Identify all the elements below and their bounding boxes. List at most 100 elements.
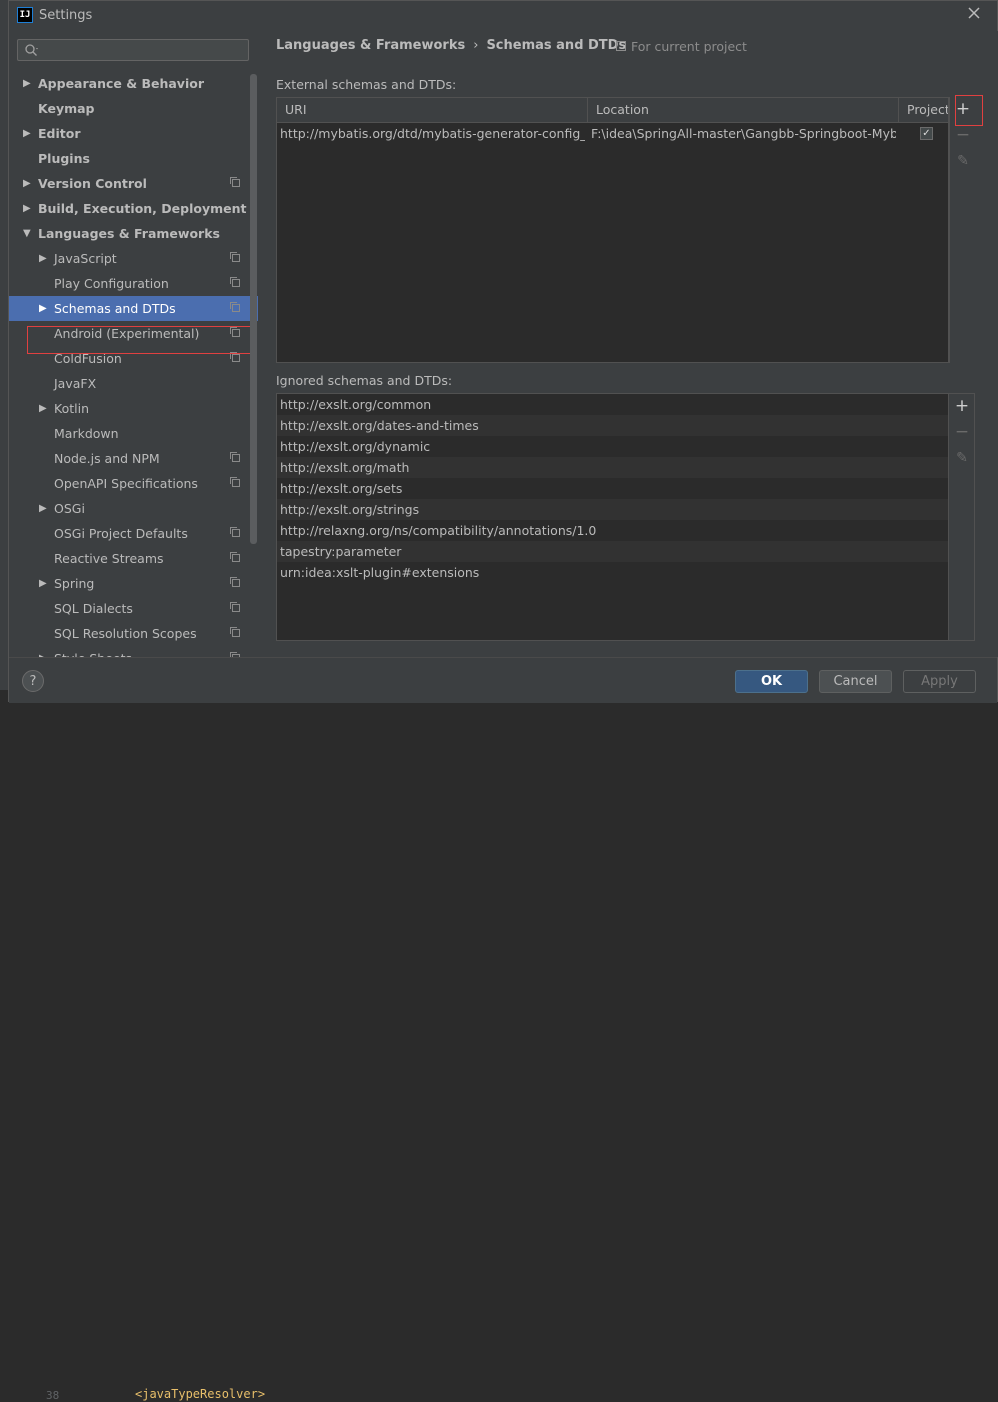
breadcrumb-parent[interactable]: Languages & Frameworks [276,38,465,53]
project-level-icon [230,577,240,587]
list-item[interactable]: http://exslt.org/dynamic [277,436,948,457]
chevron-right-icon[interactable]: ▶ [39,571,47,596]
chevron-right-icon[interactable]: ▶ [23,121,31,146]
minus-icon: − [955,125,971,145]
breadcrumb: Languages & Frameworks › Schemas and DTDs [276,38,626,53]
scope-indicator: For current project [616,39,747,54]
external-schemas-table: URI Location Project http://mybatis.org/… [276,97,949,363]
list-item[interactable]: http://exslt.org/common [277,394,948,415]
plus-icon: + [954,396,970,416]
title-bar: IJ Settings [9,1,997,31]
breadcrumb-current: Schemas and DTDs [486,38,627,53]
tree-item-label: ColdFusion [54,351,122,366]
tree-item[interactable]: ▶ OSGi [9,496,258,521]
close-button[interactable] [965,6,983,24]
tree-item[interactable]: ▶ Build, Execution, Deployment [9,196,258,221]
tree-item[interactable]: Node.js and NPM [9,446,258,471]
project-level-icon [230,277,240,287]
tree-item-label: Version Control [38,176,147,191]
tree-item[interactable]: Reactive Streams [9,546,258,571]
tree-item[interactable]: OpenAPI Specifications [9,471,258,496]
tree-item[interactable]: ▶ Style Sheets [9,646,258,657]
close-icon [968,7,980,19]
tree-item-label: Node.js and NPM [54,451,160,466]
apply-button[interactable]: Apply [903,670,976,693]
tree-item[interactable]: SQL Dialects [9,596,258,621]
plus-icon: + [955,99,971,119]
tree-item[interactable]: ▶ JavaScript [9,246,258,271]
list-item[interactable]: http://relaxng.org/ns/compatibility/anno… [277,520,948,541]
project-level-icon [230,302,240,312]
tree-item[interactable]: Play Configuration [9,271,258,296]
ok-button[interactable]: OK [735,670,808,693]
schemas-panel: Languages & Frameworks › Schemas and DTDs … [258,31,998,657]
pencil-icon: ✎ [956,450,968,466]
chevron-right-icon[interactable]: ▶ [39,496,47,521]
tree-item[interactable]: Markdown [9,421,258,446]
list-item[interactable]: http://exslt.org/strings [277,499,948,520]
list-item[interactable]: http://exslt.org/math [277,457,948,478]
tree-item-label: Keymap [38,101,95,116]
tree-item[interactable]: JavaFX [9,371,258,396]
tree-item-label: Editor [38,126,81,141]
ignored-remove-button[interactable]: − [949,420,975,444]
tree-item[interactable]: ▼ Languages & Frameworks [9,221,258,246]
external-toolbar: + − ✎ [949,97,975,363]
project-level-icon [230,327,240,337]
external-schemas-label: External schemas and DTDs: [276,77,457,92]
chevron-right-icon[interactable]: ▶ [39,396,47,421]
project-level-icon [230,477,240,487]
help-button[interactable]: ? [22,670,44,692]
row-location: F:\idea\SpringAll-master\Gangbb-Springbo… [591,126,896,141]
ignored-edit-button[interactable]: ✎ [949,446,975,470]
tree-item[interactable]: ▶ Kotlin [9,396,258,421]
chevron-right-icon[interactable]: ▶ [39,246,47,271]
list-item[interactable]: tapestry:parameter [277,541,948,562]
chevron-right-icon[interactable]: ▶ [23,71,31,96]
tree-item[interactable]: ▶ Spring [9,571,258,596]
project-scope-icon [616,41,626,51]
tree-scrollbar[interactable] [250,74,257,544]
column-project[interactable]: Project [899,98,948,122]
project-level-icon [230,352,240,362]
background-code: <javaTypeResolver> [135,1387,266,1401]
tree-item[interactable]: ▶ Editor [9,121,258,146]
cancel-button[interactable]: Cancel [819,670,892,693]
edit-button[interactable]: ✎ [950,149,976,173]
list-item[interactable]: urn:idea:xslt-plugin#extensions [277,562,948,583]
search-input[interactable] [17,39,249,61]
tree-item[interactable]: SQL Resolution Scopes [9,621,258,646]
remove-button[interactable]: − [950,123,976,147]
ignored-add-button[interactable]: + [949,394,975,418]
chevron-right-icon[interactable]: ▶ [23,171,31,196]
tree-item-label: Markdown [54,426,119,441]
project-checkbox[interactable]: ✓ [920,127,933,140]
intellij-icon: IJ [17,7,33,23]
chevron-down-icon[interactable]: ▼ [23,221,31,246]
row-uri: http://mybatis.org/dtd/mybatis-generator… [280,126,585,141]
column-location[interactable]: Location [588,98,899,122]
tree-item[interactable]: OSGi Project Defaults [9,521,258,546]
chevron-right-icon[interactable]: ▶ [23,196,31,221]
chevron-right-icon[interactable]: ▶ [39,296,47,321]
tree-item[interactable]: ▶ Appearance & Behavior [9,71,258,96]
tree-item[interactable]: ▶ Schemas and DTDs [9,296,258,321]
list-item[interactable]: http://exslt.org/sets [277,478,948,499]
chevron-right-icon[interactable]: ▶ [39,646,47,657]
tree-item-label: Build, Execution, Deployment [38,201,247,216]
window-title: Settings [39,8,93,23]
project-level-icon [230,602,240,612]
tree-item-label: Appearance & Behavior [38,76,204,91]
tree-item[interactable]: Android (Experimental) [9,321,258,346]
pencil-icon: ✎ [957,153,969,169]
tree-item[interactable]: ▶ Version Control [9,171,258,196]
tree-item-label: Plugins [38,151,90,166]
tree-item-label: Android (Experimental) [54,326,200,341]
list-item[interactable]: http://exslt.org/dates-and-times [277,415,948,436]
tree-item[interactable]: Plugins [9,146,258,171]
table-row[interactable]: http://mybatis.org/dtd/mybatis-generator… [277,123,948,145]
add-button[interactable]: + [950,97,976,121]
tree-item[interactable]: Keymap [9,96,258,121]
column-uri[interactable]: URI [277,98,588,122]
tree-item[interactable]: ColdFusion [9,346,258,371]
